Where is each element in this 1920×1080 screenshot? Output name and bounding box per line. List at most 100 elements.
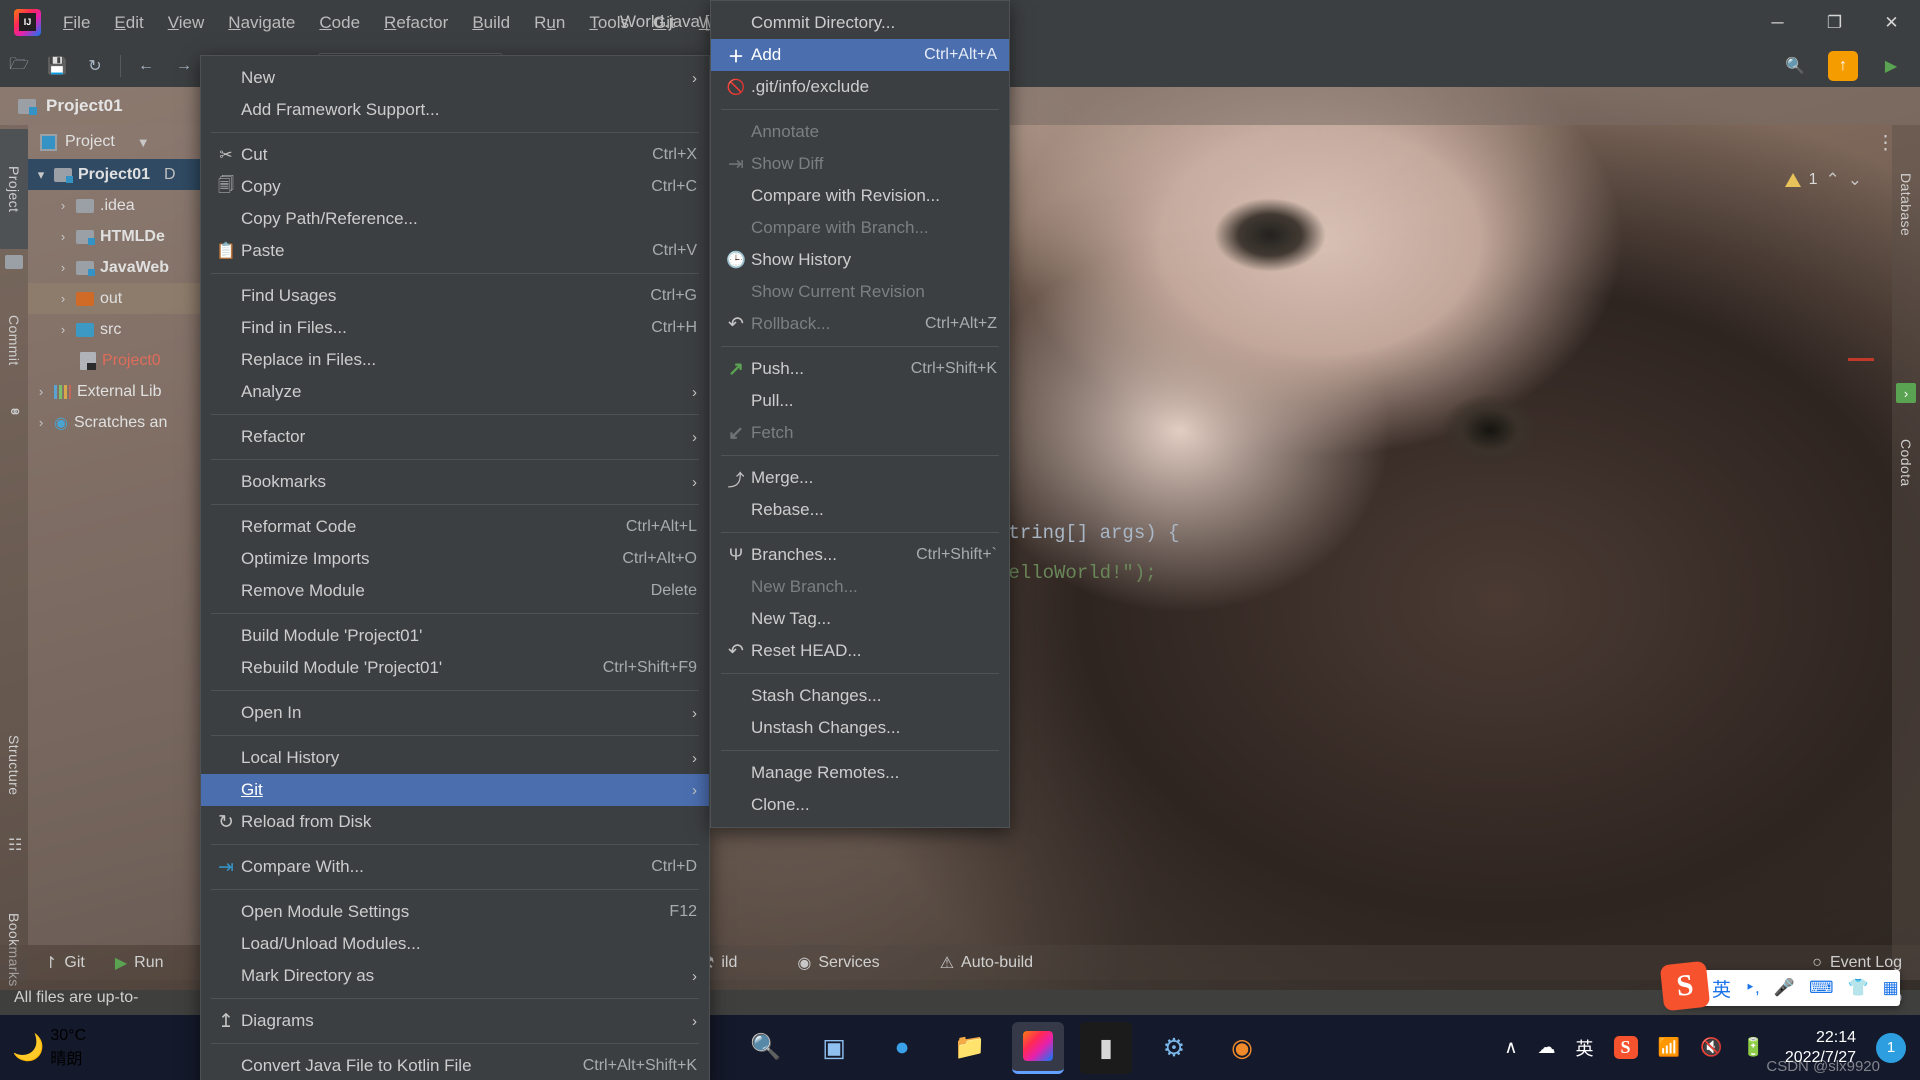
intellij-idea-icon[interactable] — [1012, 1021, 1064, 1074]
tool-window-run[interactable]: ▶ Run — [115, 953, 164, 973]
git-menu-item-compare-with-revision[interactable]: Compare with Revision... — [711, 180, 1009, 212]
volume-muted-icon[interactable]: 🔇 — [1700, 1037, 1722, 1058]
sogou-icon[interactable]: S — [1613, 1036, 1638, 1059]
open-folder-icon[interactable]: 🗁 — [4, 51, 34, 81]
menu-item-add-framework-support[interactable]: Add Framework Support... — [201, 94, 709, 126]
menu-edit[interactable]: Edit — [102, 0, 155, 45]
git-menu-item-new-tag[interactable]: New Tag... — [711, 603, 1009, 635]
back-arrow-icon[interactable]: ← — [131, 51, 161, 81]
update-icon[interactable]: ↑ — [1828, 51, 1858, 81]
git-menu-item-show-history[interactable]: Show History — [711, 244, 1009, 276]
menu-item-replace-in-files[interactable]: Replace in Files... — [201, 344, 709, 376]
project-folder-icon[interactable] — [5, 255, 23, 269]
skin-icon[interactable]: 👕 — [1848, 978, 1869, 998]
git-menu-item-push[interactable]: Push... Ctrl+Shift+K — [711, 353, 1009, 385]
tool-window-git[interactable]: ↾ Git — [44, 953, 85, 973]
menu-item-local-history[interactable]: Local History › — [201, 742, 709, 774]
save-icon[interactable]: 💾 — [42, 51, 72, 81]
chevron-right-icon[interactable]: › — [56, 260, 70, 275]
event-log-button[interactable]: ○ Event Log — [1812, 954, 1902, 972]
menu-item-git[interactable]: Git › — [201, 774, 709, 806]
sogou-icon[interactable]: S — [1659, 960, 1711, 1012]
menu-item-find-in-files[interactable]: Find in Files... Ctrl+H — [201, 312, 709, 344]
chevron-up-icon[interactable]: ∧ — [1504, 1037, 1517, 1058]
chevron-down-icon[interactable]: ▼ — [137, 135, 150, 150]
sidebar-item-project[interactable]: Project — [0, 129, 28, 249]
menu-item-copy-path-reference[interactable]: Copy Path/Reference... — [201, 203, 709, 235]
menu-item-remove-module[interactable]: Remove Module Delete — [201, 575, 709, 607]
menu-run[interactable]: Run — [522, 0, 577, 45]
menu-tools[interactable]: Tools — [577, 0, 641, 45]
firefox-icon[interactable]: ◉ — [1216, 1022, 1268, 1074]
menu-item-reformat-code[interactable]: Reformat Code Ctrl+Alt+L — [201, 511, 709, 543]
notification-badge[interactable]: 1 — [1876, 1032, 1906, 1063]
menu-item-compare-with[interactable]: Compare With... Ctrl+D — [201, 851, 709, 883]
terminal-icon[interactable]: ▮ — [1080, 1021, 1132, 1074]
menu-view[interactable]: View — [156, 0, 217, 45]
menu-item-paste[interactable]: Paste Ctrl+V — [201, 235, 709, 267]
tool-window-auto-build[interactable]: ⚠ Auto-build — [940, 953, 1033, 973]
menu-item-new[interactable]: New › — [201, 62, 709, 94]
chevron-right-icon[interactable]: › — [56, 198, 70, 213]
chevron-right-icon[interactable]: › — [56, 322, 70, 337]
tool-window-services[interactable]: ◉ Services — [797, 953, 879, 973]
menu-item-open-in[interactable]: Open In › — [201, 697, 709, 729]
tree-node-iml-file[interactable]: Project0 — [28, 345, 223, 376]
close-button[interactable]: ✕ — [1863, 0, 1920, 45]
commit-icon[interactable]: ⚭ — [8, 403, 22, 423]
menu-item-diagrams[interactable]: Diagrams › — [201, 1005, 709, 1037]
menu-item-find-usages[interactable]: Find Usages Ctrl+G — [201, 280, 709, 312]
chevron-right-icon[interactable]: › — [34, 415, 48, 430]
chevron-right-icon[interactable]: › — [56, 229, 70, 244]
git-menu-item-manage-remotes[interactable]: Manage Remotes... — [711, 757, 1009, 789]
sidebar-item-database[interactable]: Database — [1892, 145, 1920, 265]
git-menu-item-rebase[interactable]: Rebase... — [711, 494, 1009, 526]
menu-code[interactable]: Code — [307, 0, 372, 45]
git-menu-item-reset-head[interactable]: Reset HEAD... — [711, 635, 1009, 667]
menu-item-mark-directory-as[interactable]: Mark Directory as › — [201, 960, 709, 992]
menu-file[interactable]: File — [51, 0, 102, 45]
menu-refactor[interactable]: Refactor — [372, 0, 460, 45]
git-menu-item-merge[interactable]: Merge... — [711, 462, 1009, 494]
inspection-widget[interactable]: 1 ⌃ ⌄ — [1784, 170, 1862, 190]
git-menu-item-branches[interactable]: Branches... Ctrl+Shift+` — [711, 539, 1009, 571]
menu-item-open-module-settings[interactable]: Open Module Settings F12 — [201, 896, 709, 928]
error-stripe-marker[interactable] — [1848, 358, 1874, 361]
wifi-icon[interactable]: 📶 — [1658, 1037, 1680, 1058]
chevron-up-icon[interactable]: ⌃ — [1826, 170, 1840, 190]
tree-node-out[interactable]: › out — [28, 283, 223, 314]
git-menu-item-clone[interactable]: Clone... — [711, 789, 1009, 821]
maximize-button[interactable]: ❐ — [1806, 0, 1863, 45]
file-explorer-icon[interactable]: 📁 — [944, 1022, 996, 1074]
git-menu-item-commit-directory[interactable]: Commit Directory... — [711, 7, 1009, 39]
onedrive-icon[interactable]: ☁ — [1538, 1037, 1556, 1058]
ime-mode-label[interactable]: 英 — [1712, 975, 1731, 1002]
menu-item-rebuild-module[interactable]: Rebuild Module 'Project01' Ctrl+Shift+F9 — [201, 652, 709, 684]
menu-item-analyze[interactable]: Analyze › — [201, 376, 709, 408]
tree-node-javaweb[interactable]: › JavaWeb — [28, 252, 223, 283]
menu-item-reload-from-disk[interactable]: Reload from Disk — [201, 806, 709, 838]
menu-item-convert-java-to-kotlin[interactable]: Convert Java File to Kotlin File Ctrl+Al… — [201, 1050, 709, 1080]
menu-item-copy[interactable]: Copy Ctrl+C — [201, 171, 709, 203]
menu-git[interactable]: Git — [641, 0, 687, 45]
chevron-down-icon[interactable]: ⌄ — [1848, 170, 1862, 190]
sync-icon[interactable]: ↻ — [80, 51, 110, 81]
battery-icon[interactable]: 🔋 — [1742, 1037, 1764, 1058]
search-icon[interactable]: 🔍 — [740, 1022, 792, 1074]
chevron-right-icon[interactable]: › — [34, 384, 48, 399]
tree-node-htmldemo[interactable]: › HTMLDe — [28, 221, 223, 252]
minimize-button[interactable]: ─ — [1749, 0, 1806, 45]
tree-node-project01[interactable]: ▾ Project01 D — [28, 159, 223, 190]
menu-item-load-unload-modules[interactable]: Load/Unload Modules... — [201, 928, 709, 960]
tree-node-external-libraries[interactable]: › External Lib — [28, 376, 223, 407]
menu-item-build-module[interactable]: Build Module 'Project01' — [201, 620, 709, 652]
tree-node-src[interactable]: › src — [28, 314, 223, 345]
tree-node-scratches[interactable]: › ◉ Scratches an — [28, 407, 223, 438]
edge-browser-icon[interactable]: ● — [876, 1022, 928, 1074]
jetbrains-toolbox-icon[interactable]: ▶ — [1876, 51, 1906, 81]
sidebar-item-commit[interactable]: Commit — [0, 285, 28, 395]
menu-item-refactor[interactable]: Refactor › — [201, 421, 709, 453]
git-menu-item-pull[interactable]: Pull... — [711, 385, 1009, 417]
menu-item-bookmarks[interactable]: Bookmarks › — [201, 466, 709, 498]
ime-indicator[interactable]: 英 — [1576, 1035, 1594, 1061]
